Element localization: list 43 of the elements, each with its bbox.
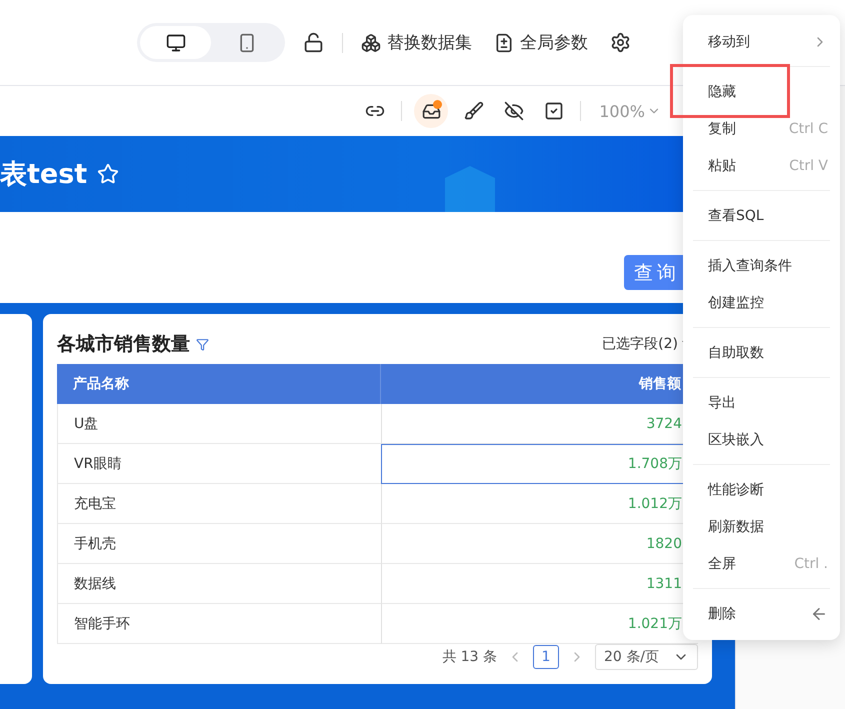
menu-label: 自助取数 [708,344,764,362]
shortcut-text: Ctrl V [789,158,828,174]
menu-item[interactable]: 移动到 [683,23,840,60]
menu-label: 创建监控 [708,294,764,312]
header-action[interactable]: 全局参数 [490,31,592,54]
table-cell: 充电宝 [57,484,381,524]
table-cell: 智能手环 [57,604,381,644]
menu-label: 刷新数据 [708,518,764,536]
shortcut-text: Ctrl . [794,556,828,572]
card-title: 各城市销售数量 [57,332,190,357]
page-number[interactable]: 1 [533,645,560,669]
total-count: 共 13 条 [442,648,498,666]
inbox-icon[interactable] [414,94,448,128]
table-cell: 手机壳 [57,524,381,564]
menu-label: 性能诊断 [708,480,764,498]
document-icon [494,32,514,52]
table-cell: U盘 [57,404,381,444]
monitor-icon [166,32,186,52]
column-header: 产品名称 [57,364,381,404]
menu-item[interactable]: 粘贴 Ctrl V [683,147,840,184]
table-cell: VR眼睛 [57,444,381,484]
menu-label: 查看SQL [708,206,764,224]
menu-label: 复制 [708,120,736,138]
page-size-select[interactable]: 20 条/页 [595,644,698,670]
filter-icon[interactable] [196,338,209,350]
star-icon[interactable] [97,163,120,185]
report-title: 表test [0,158,88,192]
shortcut-text: Ctrl C [788,120,828,136]
menu-label: 粘贴 [708,156,736,174]
menu-label: 全屏 [708,554,736,572]
menu-item[interactable]: 隐藏 [683,73,840,110]
view-button[interactable] [140,26,211,59]
table-cell: 数据线 [57,564,381,604]
menu-label: 区块嵌入 [708,430,764,448]
boxes-icon [361,32,381,52]
menu-label: 隐藏 [708,82,736,100]
menu-label: 删除 [708,604,736,622]
menu-item[interactable]: 查看SQL [683,197,840,234]
menu-label: 插入查询条件 [708,256,792,274]
menu-item[interactable]: 复制 Ctrl C [683,110,840,147]
header-action[interactable]: 替换数据集 [357,31,476,54]
menu-label: 移动到 [708,32,750,50]
menu-label: 导出 [708,394,736,412]
